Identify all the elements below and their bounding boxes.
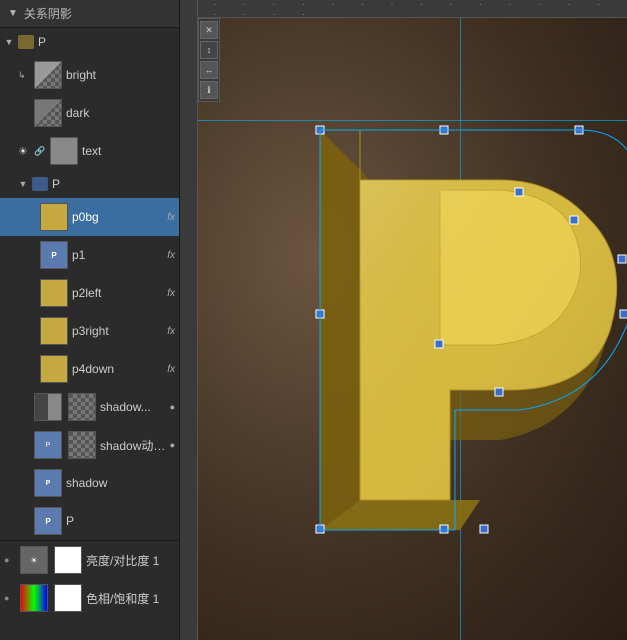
layer-bright-label: bright: [66, 68, 175, 82]
layer-p4down[interactable]: p4down fx: [0, 350, 179, 388]
p-letter-svg: [280, 80, 627, 560]
layer-dark[interactable]: dark: [0, 94, 179, 132]
link-icon-bright: ↳: [18, 70, 30, 81]
badge-shadow-motion: ●: [170, 440, 175, 450]
layer-p3right-label: p3right: [72, 324, 163, 338]
group-P-sub-icon: [32, 177, 48, 191]
mini-option3[interactable]: ℹ: [200, 81, 218, 99]
thumb-p3right: [40, 317, 68, 345]
layer-p0bg-label: p0bg: [72, 210, 163, 224]
layer-text-label: text: [82, 144, 175, 158]
fx-p2left: fx: [167, 288, 175, 299]
layer-brightness-label: 亮度/对比度 1: [86, 552, 175, 569]
thumb-shadow-plain: P: [34, 469, 62, 497]
layer-p4down-label: p4down: [72, 362, 163, 376]
canvas-area[interactable]: · · · · · · · · · · · · · · · · · · · · …: [180, 0, 627, 640]
group-P-sub-label: P: [52, 177, 60, 191]
panel-title-icon: ▼: [8, 8, 18, 19]
layer-p1[interactable]: P p1 fx: [0, 236, 179, 274]
layer-shadow-plain[interactable]: P shadow: [0, 464, 179, 502]
layer-dark-label: dark: [66, 106, 175, 120]
link-icon-text: 🔗: [34, 146, 46, 157]
layer-p3right[interactable]: p3right fx: [0, 312, 179, 350]
layer-p1-label: p1: [72, 248, 163, 262]
layer-shadow-smart-label: shadow...: [100, 400, 166, 414]
panel-title: ▼ 关系阴影: [0, 0, 179, 28]
layer-shadow-motion[interactable]: P shadow动感... ●: [0, 426, 179, 464]
layer-huesat-label: 色相/饱和度 1: [86, 590, 175, 607]
group-P[interactable]: ▼ P: [0, 28, 179, 56]
layer-p0bg[interactable]: p0bg fx: [0, 198, 179, 236]
thumb-shadow-motion: P: [34, 431, 62, 459]
thumb-huesat: [20, 584, 48, 612]
group-P-sub-arrow: ▼: [18, 179, 28, 189]
layer-shadow-motion-label: shadow动感...: [100, 437, 166, 454]
p-main-face: [360, 130, 617, 500]
vis-brightness: ●: [4, 555, 16, 565]
group-P-arrow: ▼: [4, 37, 14, 47]
group-P-sub[interactable]: ▼ P: [0, 170, 179, 198]
group-P-icon: [18, 35, 34, 49]
group-P-label: P: [38, 35, 46, 49]
panel-title-text: 关系阴影: [24, 5, 72, 22]
mini-option2[interactable]: ↔: [200, 61, 218, 79]
layer-text[interactable]: ☀ 🔗 text: [0, 132, 179, 170]
sun-icon-text: ☀: [18, 145, 30, 158]
thumb-bright: [34, 61, 62, 89]
thumb-dark: [34, 99, 62, 127]
layer-brightness[interactable]: ● ☀ 亮度/对比度 1: [0, 541, 179, 579]
thumb-huesat-mask: [54, 584, 82, 612]
layer-p2left-label: p2left: [72, 286, 163, 300]
thumb-text: [50, 137, 78, 165]
layer-huesat[interactable]: ● 色相/饱和度 1: [0, 579, 179, 617]
thumb-shadow-smart-mask: [68, 393, 96, 421]
layer-shadow-plain-label: shadow: [66, 476, 175, 490]
ruler-horizontal: · · · · · · · · · · · · · · · · · · · ·: [180, 0, 627, 18]
fx-p0bg: fx: [167, 212, 175, 223]
layer-P-plain[interactable]: P P: [0, 502, 179, 540]
thumb-shadow-motion-mask: [68, 431, 96, 459]
thumb-shadow-smart: [34, 393, 62, 421]
layer-shadow-smart[interactable]: shadow... ●: [0, 388, 179, 426]
mini-close-btn[interactable]: ✕: [200, 21, 218, 39]
thumb-p2left: [40, 279, 68, 307]
mini-option1[interactable]: ↕: [200, 41, 218, 59]
badge-shadow-smart: ●: [170, 402, 175, 412]
fx-p4down: fx: [167, 364, 175, 375]
ruler-vertical: [180, 0, 198, 640]
p-letter-canvas: [280, 80, 627, 560]
fx-p1: fx: [167, 250, 175, 261]
layer-p2left[interactable]: p2left fx: [0, 274, 179, 312]
thumb-p0bg: [40, 203, 68, 231]
layer-bright[interactable]: ↳ bright: [0, 56, 179, 94]
thumb-p1: P: [40, 241, 68, 269]
mini-options-panel: ✕ ↕ ↔ ℹ: [198, 18, 220, 102]
layers-panel: ▼ 关系阴影 ▼ P ↳ bright dark ☀ 🔗 text ▼ P: [0, 0, 180, 640]
vis-huesat: ●: [4, 593, 16, 603]
fx-p3right: fx: [167, 326, 175, 337]
thumb-P-plain: P: [34, 507, 62, 535]
thumb-brightness: ☀: [20, 546, 48, 574]
thumb-p4down: [40, 355, 68, 383]
thumb-brightness-mask: [54, 546, 82, 574]
layer-P-plain-label: P: [66, 514, 175, 528]
